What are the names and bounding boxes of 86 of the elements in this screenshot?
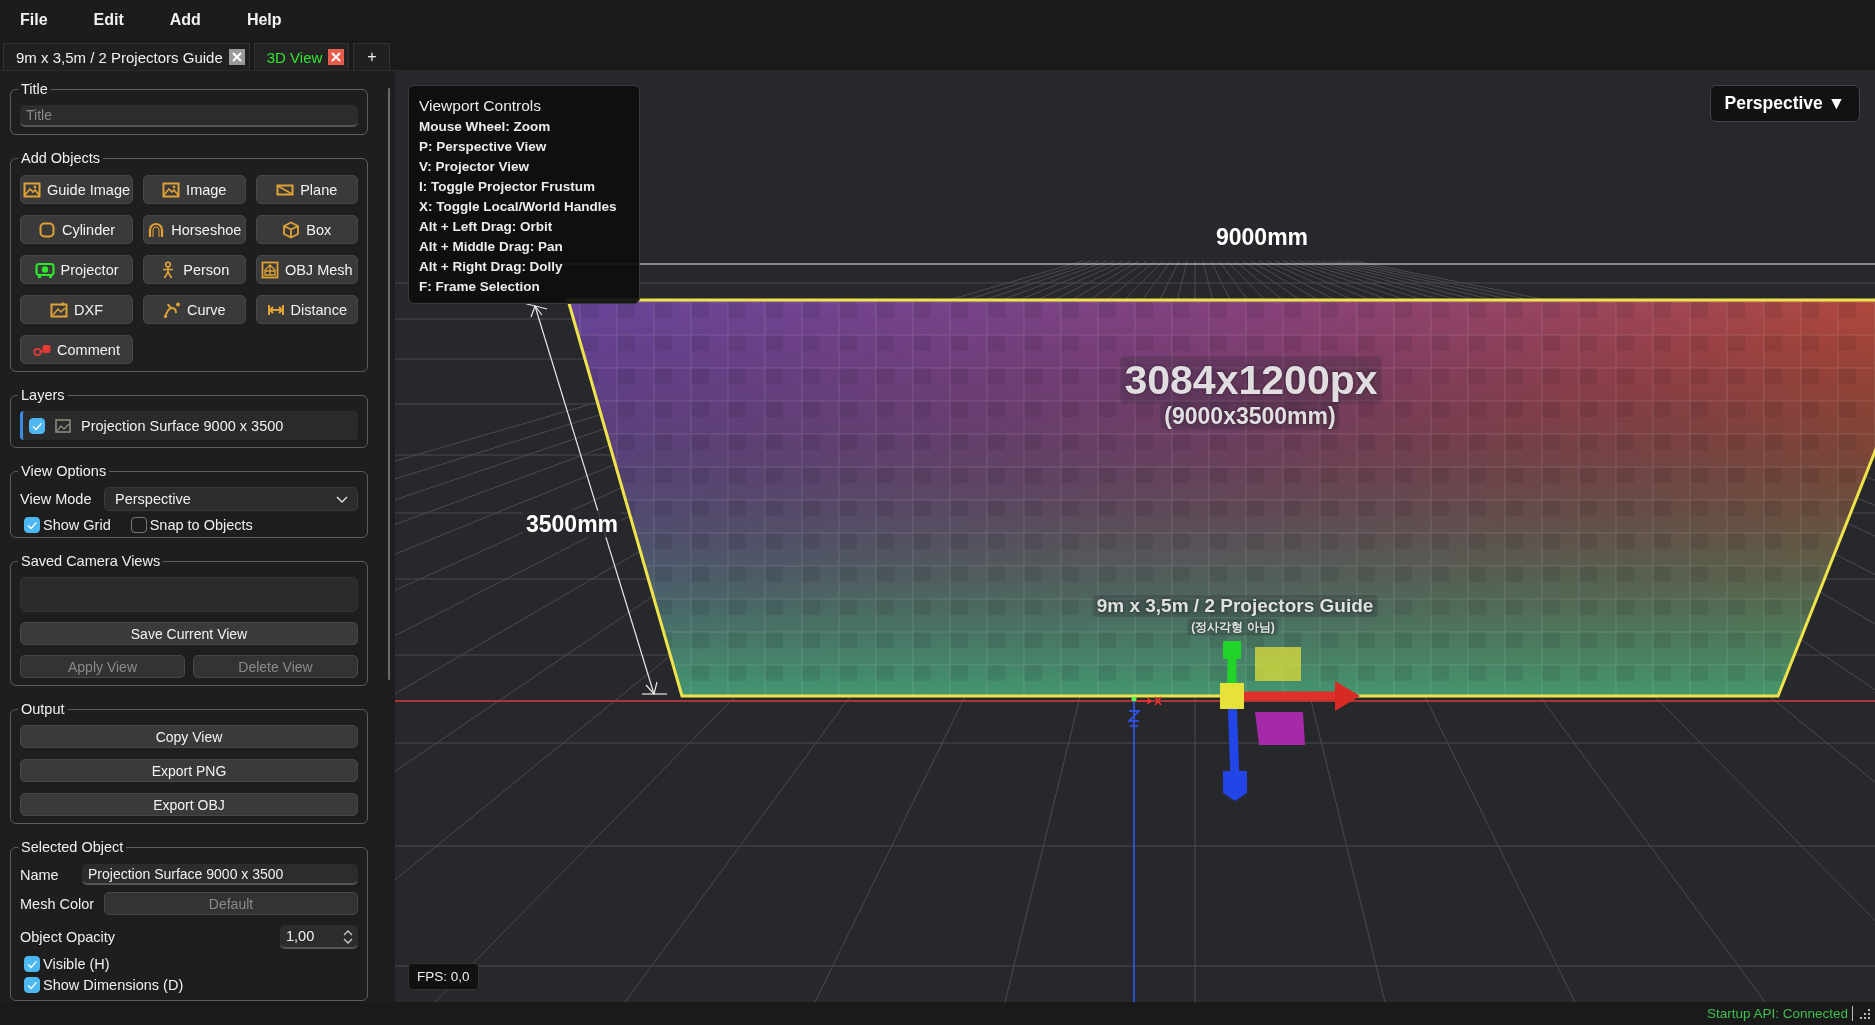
image-icon	[23, 180, 41, 199]
spinner-arrows-icon	[341, 929, 355, 945]
view-mode-dropdown[interactable]: Perspective	[104, 487, 358, 511]
close-icon[interactable]	[328, 49, 345, 65]
checkbox[interactable]	[24, 977, 40, 993]
shortcut-hint: P: Perspective View	[419, 138, 548, 156]
chevron-icon	[335, 493, 349, 505]
shortcut-hint: Alt + Left Drag: Orbit	[419, 218, 554, 236]
opacity-field[interactable]: 1,00	[280, 925, 358, 949]
add-object-button[interactable]: Distance	[255, 295, 358, 324]
shortcut-hint: X: Toggle Local/World Handles	[419, 198, 618, 216]
size-grip-icon	[1859, 1007, 1871, 1020]
camera-mode-dropdown[interactable]: Perspective ▼	[1709, 85, 1860, 122]
resolution-label: 3084x1200px	[1120, 356, 1382, 404]
group-title: Output	[20, 701, 66, 717]
menu-item[interactable]: File	[10, 5, 58, 35]
add-object-button[interactable]: Guide Image	[20, 175, 134, 204]
new-tab-button[interactable]: +	[353, 43, 391, 70]
layer-name: Projection Surface 9000 x 3500	[81, 417, 284, 434]
menu-item[interactable]: Add	[159, 5, 211, 35]
image-icon	[162, 180, 181, 199]
guide-note: (정사각형 아님)	[1187, 618, 1279, 636]
output-button[interactable]: Copy View	[20, 725, 358, 748]
fps-counter: FPS: 0,0	[408, 963, 479, 990]
add-object-button[interactable]: Person	[143, 255, 246, 284]
checkbox[interactable]	[24, 517, 40, 533]
shortcut-hint: I: Toggle Projector Frustum	[419, 178, 596, 196]
field-label: Object Opacity	[20, 929, 116, 945]
add-object-button[interactable]: Image	[143, 175, 246, 204]
action-button[interactable]: Save Current View	[20, 622, 358, 645]
checkbox[interactable]	[24, 956, 40, 972]
layer-item[interactable]: Projection Surface 9000 x 3500	[20, 411, 358, 440]
menu-item[interactable]: Help	[236, 5, 292, 35]
output-button[interactable]: Export OBJ	[20, 793, 358, 816]
add-object-button[interactable]: Plane	[255, 175, 358, 204]
add-object-button[interactable]: Curve	[143, 295, 246, 324]
shortcut-hint: Alt + Right Drag: Dolly	[419, 258, 564, 276]
shortcut-hint: Mouse Wheel: Zoom	[419, 118, 552, 136]
transform-gizmo-drawing[interactable]	[1220, 641, 1360, 801]
shortcut-hint: Alt + Middle Drag: Pan	[419, 238, 564, 256]
projector-icon	[34, 260, 55, 279]
checkbox-label: Snap to Objects	[149, 517, 253, 533]
dimension-label: 3500mm	[522, 510, 622, 538]
scrollbar-thumb[interactable]	[388, 88, 390, 680]
group-title: Layers	[20, 387, 66, 403]
field-label: Mesh Color	[20, 895, 96, 912]
checkbox-label: Visible (H)	[43, 956, 110, 972]
add-object-button[interactable]: Comment	[20, 335, 134, 364]
image-icon	[50, 300, 68, 319]
arch-icon	[147, 220, 166, 239]
group-title: Add Objects	[20, 150, 101, 166]
add-object-button[interactable]: Projector	[20, 255, 134, 284]
size-label: (9000x3500mm)	[1160, 402, 1340, 430]
api-status: Startup API: Connected	[1706, 1006, 1853, 1021]
shortcut-hint: F: Frame Selection	[419, 278, 541, 296]
group-title: Title	[20, 81, 49, 97]
guide-title: 9m x 3,5m / 2 Projectors Guide	[1092, 595, 1378, 617]
add-object-button[interactable]: Horseshoe	[143, 215, 246, 244]
checkbox[interactable]	[29, 417, 45, 434]
tab[interactable]: 9m x 3,5m / 2 Projectors Guide	[3, 43, 250, 70]
add-object-button[interactable]: Box	[255, 215, 358, 244]
origin-marker-drawing	[1127, 696, 1162, 727]
mesh-icon	[260, 260, 279, 279]
close-icon[interactable]	[228, 49, 245, 65]
name-field[interactable]: Projection Surface 9000 x 3500	[82, 864, 358, 885]
menu-item[interactable]: Edit	[83, 5, 134, 35]
cube-icon	[282, 220, 301, 239]
add-object-button[interactable]: OBJ Mesh	[255, 255, 358, 284]
checkbox-label: Show Dimensions (D)	[43, 977, 184, 993]
checkbox-label: Show Grid	[43, 517, 111, 533]
field-label: View Mode	[20, 491, 93, 507]
image-icon	[55, 417, 71, 434]
shortcut-hint: V: Projector View	[419, 158, 531, 176]
add-object-button[interactable]: DXF	[20, 295, 134, 324]
output-button[interactable]: Export PNG	[20, 759, 358, 782]
group-title: Selected Object	[20, 839, 125, 855]
group-title: View Options	[20, 463, 108, 479]
tooltip-title: Viewport Controls	[419, 96, 543, 116]
field-label: Name	[20, 866, 60, 883]
checkbox[interactable]	[130, 517, 147, 533]
tab[interactable]: 3D View	[253, 43, 350, 70]
add-object-button[interactable]: Cylinder	[20, 215, 134, 244]
curve-icon	[162, 300, 181, 319]
title-field[interactable]: Title	[20, 105, 358, 127]
rounded-square-icon	[37, 220, 56, 239]
group-title: Saved Camera Views	[20, 553, 162, 569]
